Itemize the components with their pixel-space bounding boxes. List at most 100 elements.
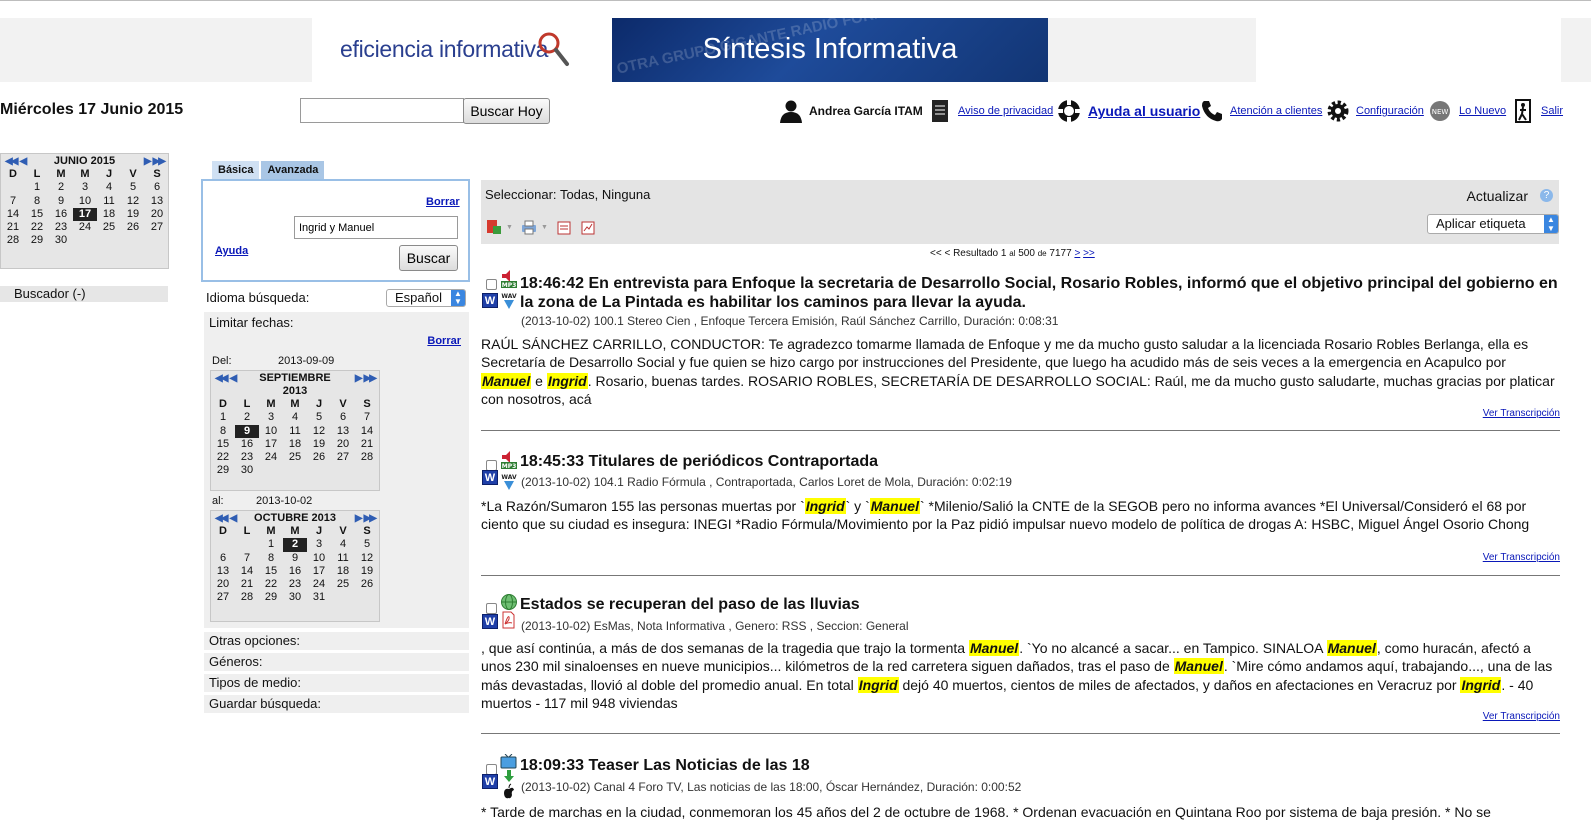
calendar-day[interactable]: 19: [307, 438, 331, 451]
tab-basic[interactable]: Básica: [212, 161, 260, 180]
audio-mp3-icon[interactable]: MP3: [500, 450, 518, 470]
pdf-export-icon[interactable]: [486, 219, 502, 235]
calendar-day[interactable]: 16: [49, 208, 73, 221]
calendar-day[interactable]: 28: [355, 451, 379, 464]
audio-wav-icon[interactable]: WAV: [500, 291, 518, 311]
calendar-day[interactable]: 10: [73, 195, 97, 208]
calendar-day[interactable]: 28: [235, 591, 259, 604]
calendar-day[interactable]: 13: [211, 565, 235, 578]
prev-year-icon[interactable]: ◀◀: [215, 513, 228, 524]
support-item[interactable]: Atención a clientes: [1200, 100, 1322, 122]
search-help-link[interactable]: Ayuda: [215, 245, 248, 257]
calendar-day[interactable]: 2: [49, 181, 73, 194]
word-doc-icon[interactable]: W: [482, 293, 498, 308]
buscador-toggle[interactable]: Buscador (-): [0, 286, 168, 302]
calendar-day[interactable]: 21: [1, 221, 25, 234]
calendar-day[interactable]: 25: [283, 451, 307, 464]
calendar-day[interactable]: 27: [211, 591, 235, 604]
calendar-day[interactable]: 3: [259, 411, 283, 424]
calendar-day[interactable]: 2: [235, 411, 259, 424]
calendar-day[interactable]: 14: [1, 208, 25, 221]
new-item[interactable]: NEW Lo Nuevo: [1429, 100, 1506, 122]
calendar-day[interactable]: 30: [283, 591, 307, 604]
word-doc-icon[interactable]: W: [482, 470, 498, 485]
help-circle-icon[interactable]: ?: [1540, 189, 1553, 202]
calendar-day[interactable]: 21: [355, 438, 379, 451]
next-year-icon[interactable]: ▶▶: [153, 156, 166, 167]
prev-month-icon[interactable]: ◀: [229, 513, 237, 524]
report-icon[interactable]: [580, 219, 596, 235]
next-month-icon[interactable]: ▶: [144, 156, 152, 167]
calendar-day[interactable]: 5: [307, 411, 331, 424]
calendar-day[interactable]: 6: [145, 181, 169, 194]
calendar-day[interactable]: 25: [331, 578, 355, 591]
calendar-day[interactable]: 20: [331, 438, 355, 451]
calendar-day[interactable]: 23: [49, 221, 73, 234]
exit-item[interactable]: Salir: [1514, 99, 1563, 123]
calendar-day[interactable]: 31: [307, 591, 331, 604]
clear-search-link[interactable]: Borrar: [426, 196, 460, 208]
rss-globe-icon[interactable]: [500, 593, 518, 611]
help-link[interactable]: Ayuda al usuario: [1088, 103, 1200, 119]
calendar-day[interactable]: 26: [121, 221, 145, 234]
calendar-day[interactable]: 24: [259, 451, 283, 464]
calendar-day[interactable]: 20: [211, 578, 235, 591]
calendar-day-selected[interactable]: 17: [73, 207, 97, 222]
genres-option[interactable]: Géneros:: [204, 653, 469, 671]
calendar-day[interactable]: 15: [211, 438, 235, 451]
config-item[interactable]: Configuración: [1326, 100, 1424, 122]
calendar-day[interactable]: 25: [97, 221, 121, 234]
calendar-day[interactable]: 4: [97, 181, 121, 194]
calendar-day[interactable]: 19: [121, 208, 145, 221]
next-year-icon[interactable]: ▶▶: [364, 373, 377, 384]
calendar-day[interactable]: 15: [259, 565, 283, 578]
calendar-day[interactable]: 30: [235, 464, 259, 477]
calendar-day[interactable]: 27: [331, 451, 355, 464]
calendar-day-selected[interactable]: 9: [235, 424, 259, 438]
calendar-day[interactable]: 13: [331, 425, 355, 438]
calendar-day[interactable]: 11: [283, 425, 307, 438]
media-types-option[interactable]: Tipos de medio:: [204, 674, 469, 692]
calendar-day[interactable]: 27: [145, 221, 169, 234]
caret-down-icon[interactable]: ▼: [506, 224, 513, 231]
audio-wav-icon[interactable]: WAV: [500, 472, 518, 492]
calendar-day[interactable]: 7: [1, 195, 25, 208]
calendar-day[interactable]: 10: [259, 425, 283, 438]
calendar-day[interactable]: 7: [235, 552, 259, 565]
calendar-day[interactable]: 23: [235, 451, 259, 464]
calendar-day[interactable]: 16: [283, 565, 307, 578]
search-input[interactable]: [294, 216, 458, 239]
calendar-day[interactable]: 26: [355, 578, 379, 591]
calendar-day[interactable]: 14: [355, 425, 379, 438]
pager-last-link[interactable]: >>: [1083, 248, 1095, 259]
calendar-day[interactable]: 24: [307, 578, 331, 591]
calendar-day[interactable]: 30: [49, 234, 73, 247]
calendar-prev-nav[interactable]: ◀◀ ◀: [5, 155, 27, 167]
calendar-day[interactable]: 9: [283, 552, 307, 565]
result-checkbox[interactable]: [486, 279, 497, 290]
privacy-item[interactable]: Aviso de privacidad: [930, 100, 1053, 122]
calendar-day[interactable]: 4: [331, 538, 355, 551]
calendar-day[interactable]: 8: [259, 552, 283, 565]
calendar-day[interactable]: 15: [25, 208, 49, 221]
apply-label-select[interactable]: Aplicar etiqueta ▲ ▼: [1427, 214, 1559, 234]
print-icon[interactable]: [521, 219, 537, 235]
other-options[interactable]: Otras opciones:: [204, 632, 469, 650]
refresh-link[interactable]: Actualizar: [1467, 188, 1528, 204]
privacy-link[interactable]: Aviso de privacidad: [958, 105, 1053, 117]
select-none-link[interactable]: Ninguna: [602, 187, 650, 202]
view-transcript-link[interactable]: Ver Transcripción: [1483, 552, 1560, 563]
pager-next-link[interactable]: >: [1074, 248, 1080, 259]
config-link[interactable]: Configuración: [1356, 105, 1424, 117]
calendar-day[interactable]: 17: [307, 565, 331, 578]
calendar-day[interactable]: 28: [1, 234, 25, 247]
calendar-day[interactable]: 4: [283, 411, 307, 424]
caret-down-icon[interactable]: ▼: [541, 224, 548, 231]
exit-link[interactable]: Salir: [1541, 105, 1563, 117]
pager-prev[interactable]: << < Resultado: [930, 248, 998, 259]
today-search-input[interactable]: [300, 98, 464, 123]
calendar-day[interactable]: 29: [211, 464, 235, 477]
calendar-day[interactable]: 26: [307, 451, 331, 464]
from-date-value[interactable]: 2013-09-09: [278, 355, 334, 367]
calendar-day[interactable]: 16: [235, 438, 259, 451]
